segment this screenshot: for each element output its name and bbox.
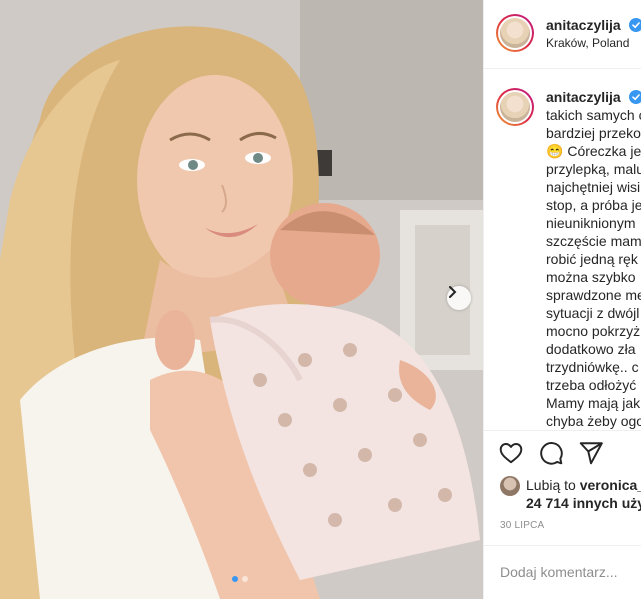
caption-line: sprawdzone me: [546, 287, 641, 303]
author-avatar[interactable]: [496, 14, 534, 52]
caption-line: przylepką, malu: [546, 161, 641, 177]
caption-line: takich samych c: [546, 107, 641, 123]
caption-line: trzeba odłożyć: [546, 377, 637, 393]
comment-divider: [484, 545, 641, 546]
carousel-indicator: [232, 576, 248, 582]
post-caption: anitaczylija takich samych c bardziej pr…: [496, 88, 641, 430]
likes-prefix: Lubią to: [526, 477, 576, 493]
photo-illustration: [0, 0, 483, 599]
post-date[interactable]: 30 LIPCA: [500, 520, 544, 531]
likes-summary: Lubią to veronica_ 24 714 innych użyt: [500, 476, 641, 512]
header-divider: [484, 68, 641, 69]
caption-line: bardziej przeko: [546, 125, 641, 141]
verified-badge-icon: [628, 17, 641, 32]
liker-avatar[interactable]: [500, 476, 520, 496]
caption-line: mocno pokrzyż: [546, 323, 641, 339]
heart-icon[interactable]: [498, 440, 524, 466]
caption-line: dodatkowo zła: [546, 341, 636, 357]
comment-icon[interactable]: [538, 440, 564, 466]
caption-line: Córeczka je: [567, 143, 641, 159]
caption-line: nieuniknionym: [546, 215, 636, 231]
grin-emoji: 😁: [546, 143, 564, 159]
caption-line: stop, a próba je: [546, 197, 641, 213]
next-photo-button[interactable]: [447, 286, 471, 310]
caption-line: można szybko: [546, 269, 636, 285]
comment-input[interactable]: Dodaj komentarz...: [500, 564, 618, 580]
caption-line: najchętniej wisi: [546, 179, 641, 195]
actions-divider: [484, 430, 641, 431]
carousel-dot: [242, 576, 248, 582]
post-photo[interactable]: [0, 0, 483, 599]
caption-line: robić jedną ręk: [546, 251, 638, 267]
post-header: anitaczylija Kraków, Poland: [496, 14, 641, 52]
caption-line: chyba żeby ogo: [546, 413, 641, 429]
share-icon[interactable]: [578, 440, 604, 466]
chevron-right-icon: [449, 286, 457, 298]
caption-line: Mamy mają jak: [546, 395, 641, 411]
caption-line: trzydniówkę.. c: [546, 359, 639, 375]
post-side-panel: anitaczylija Kraków, Poland anitaczylija…: [483, 0, 641, 599]
carousel-dot-active: [232, 576, 238, 582]
verified-badge-icon: [628, 90, 641, 104]
caption-text: anitaczylija takich samych c bardziej pr…: [546, 88, 641, 430]
author-username[interactable]: anitaczylija: [546, 17, 641, 33]
caption-line: sytuacji z dwójl: [546, 305, 640, 321]
first-liker-username[interactable]: veronica_: [580, 477, 641, 493]
post-actions: [498, 440, 604, 466]
caption-author-avatar[interactable]: [496, 88, 534, 126]
caption-line: szczęście mama: [546, 233, 641, 249]
caption-username[interactable]: anitaczylija: [546, 89, 621, 105]
post-location[interactable]: Kraków, Poland: [546, 36, 641, 50]
username-text[interactable]: anitaczylija: [546, 17, 621, 33]
likes-count-link[interactable]: 24 714 innych użyt: [526, 495, 641, 511]
